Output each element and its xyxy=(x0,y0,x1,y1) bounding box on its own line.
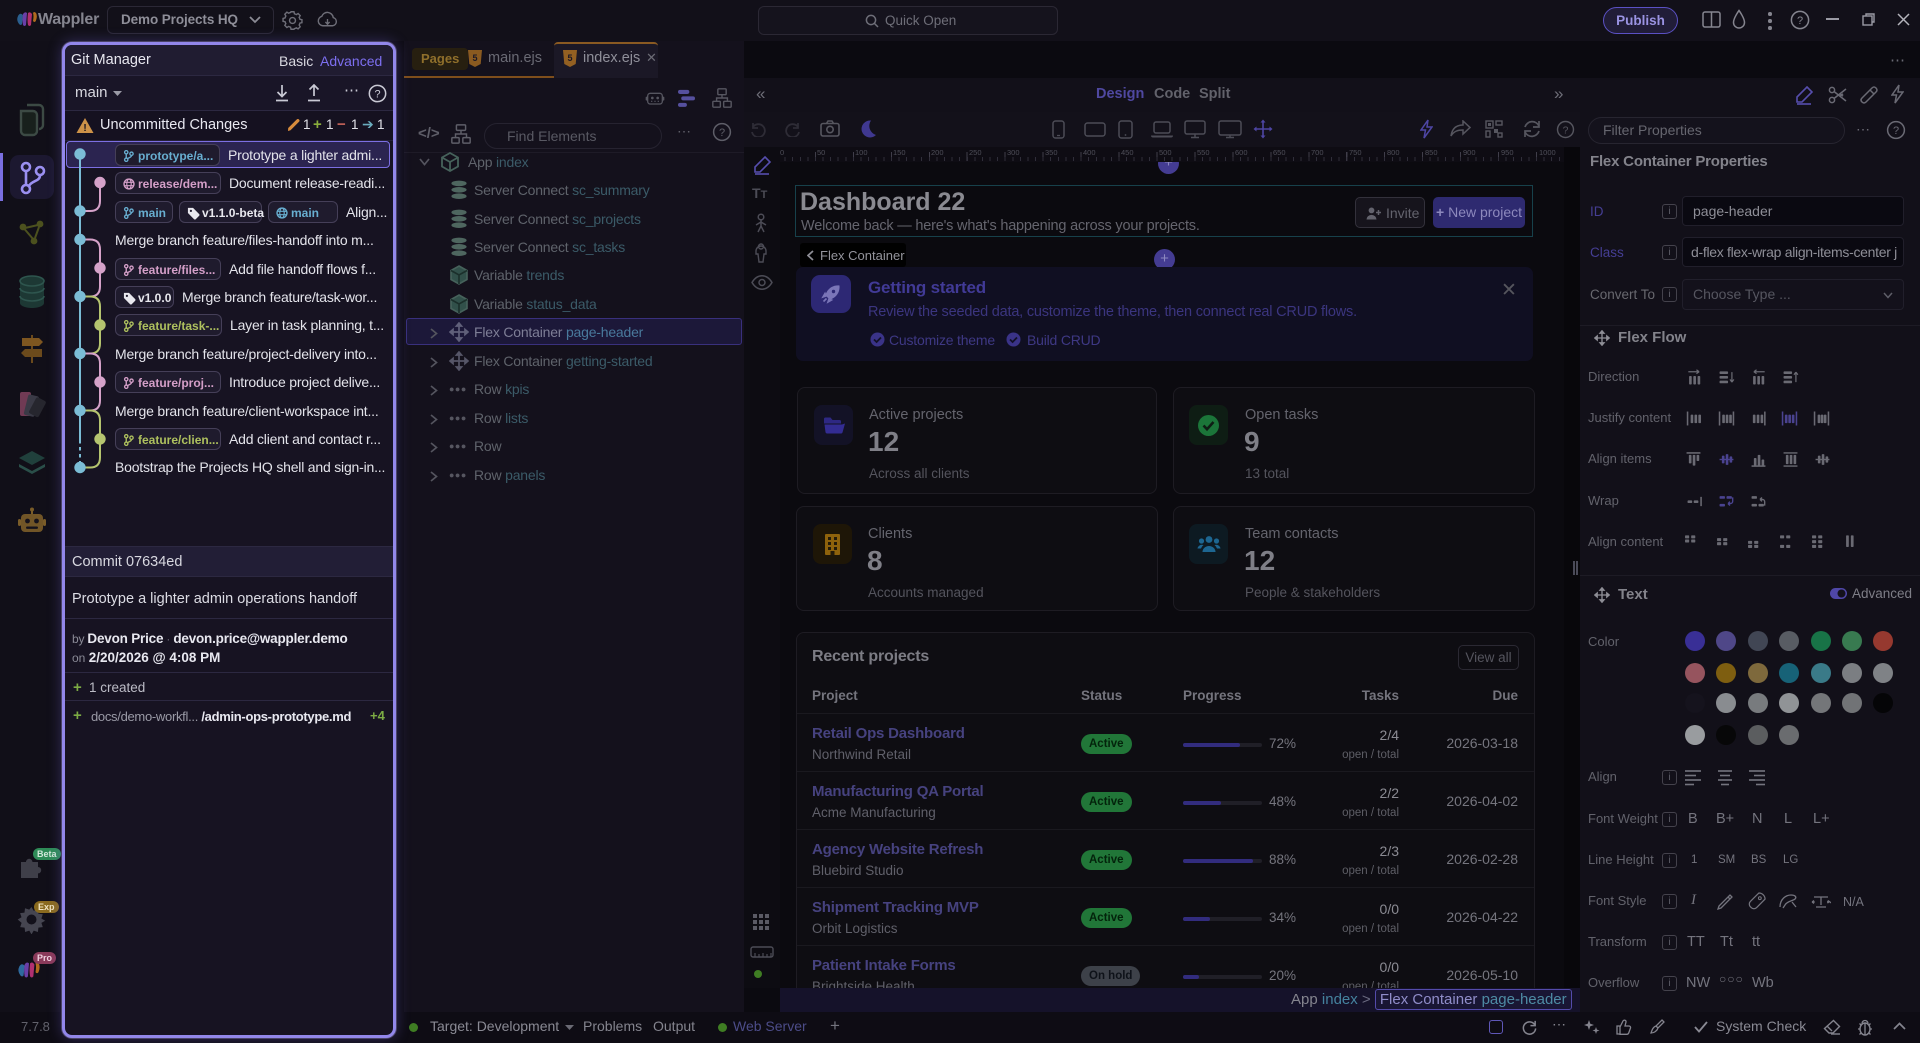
svg-text:?: ? xyxy=(719,127,725,139)
svg-text:5: 5 xyxy=(567,53,572,63)
svg-text:!: ! xyxy=(83,123,86,134)
svg-text:?: ? xyxy=(374,88,380,100)
svg-text:5: 5 xyxy=(472,53,477,63)
svg-text:?: ? xyxy=(1893,125,1899,137)
svg-text:?: ? xyxy=(1563,125,1569,136)
svg-text:?: ? xyxy=(1797,15,1803,27)
